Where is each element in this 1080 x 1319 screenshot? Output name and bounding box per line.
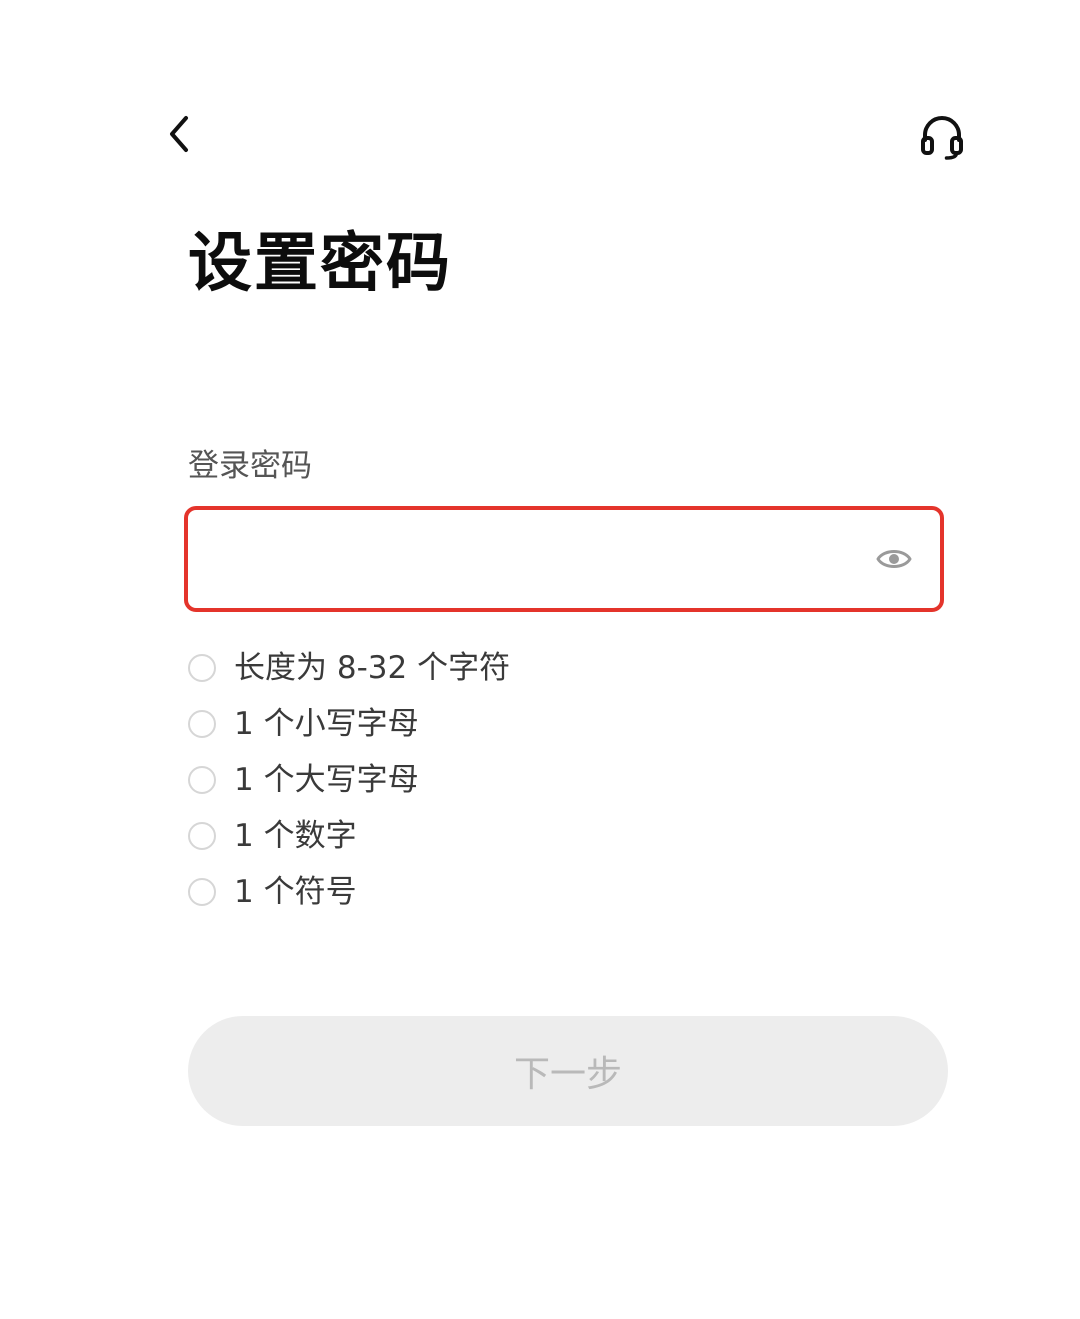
rule-text: 1 个小写字母 <box>234 706 419 742</box>
rule-text: 1 个数字 <box>234 818 357 854</box>
customer-service-button[interactable] <box>914 108 970 164</box>
rule-item: 1 个小写字母 <box>188 696 510 752</box>
password-label: 登录密码 <box>188 448 312 484</box>
password-input[interactable] <box>206 510 850 610</box>
toggle-password-visibility-button[interactable] <box>876 543 912 575</box>
rule-item: 1 个数字 <box>188 808 510 864</box>
page-title: 设置密码 <box>188 227 452 301</box>
rule-text: 1 个大写字母 <box>234 762 419 798</box>
password-field[interactable] <box>184 506 944 612</box>
password-rules: 长度为 8-32 个字符 1 个小写字母 1 个大写字母 1 个数字 1 个符号 <box>188 640 510 920</box>
rule-text: 长度为 8-32 个字符 <box>234 650 511 686</box>
rule-text: 1 个符号 <box>234 874 357 910</box>
rule-status-circle-icon <box>188 654 216 682</box>
back-button[interactable] <box>160 110 204 158</box>
rule-item: 长度为 8-32 个字符 <box>188 640 510 696</box>
headset-icon <box>921 116 963 160</box>
eye-icon <box>876 550 912 568</box>
next-step-button[interactable]: 下一步 <box>188 1016 948 1126</box>
rule-item: 1 个符号 <box>188 864 510 920</box>
rule-status-circle-icon <box>188 822 216 850</box>
rule-status-circle-icon <box>188 766 216 794</box>
rule-status-circle-icon <box>188 878 216 906</box>
rule-status-circle-icon <box>188 710 216 738</box>
rule-item: 1 个大写字母 <box>188 752 510 808</box>
chevron-left-icon <box>170 116 188 152</box>
